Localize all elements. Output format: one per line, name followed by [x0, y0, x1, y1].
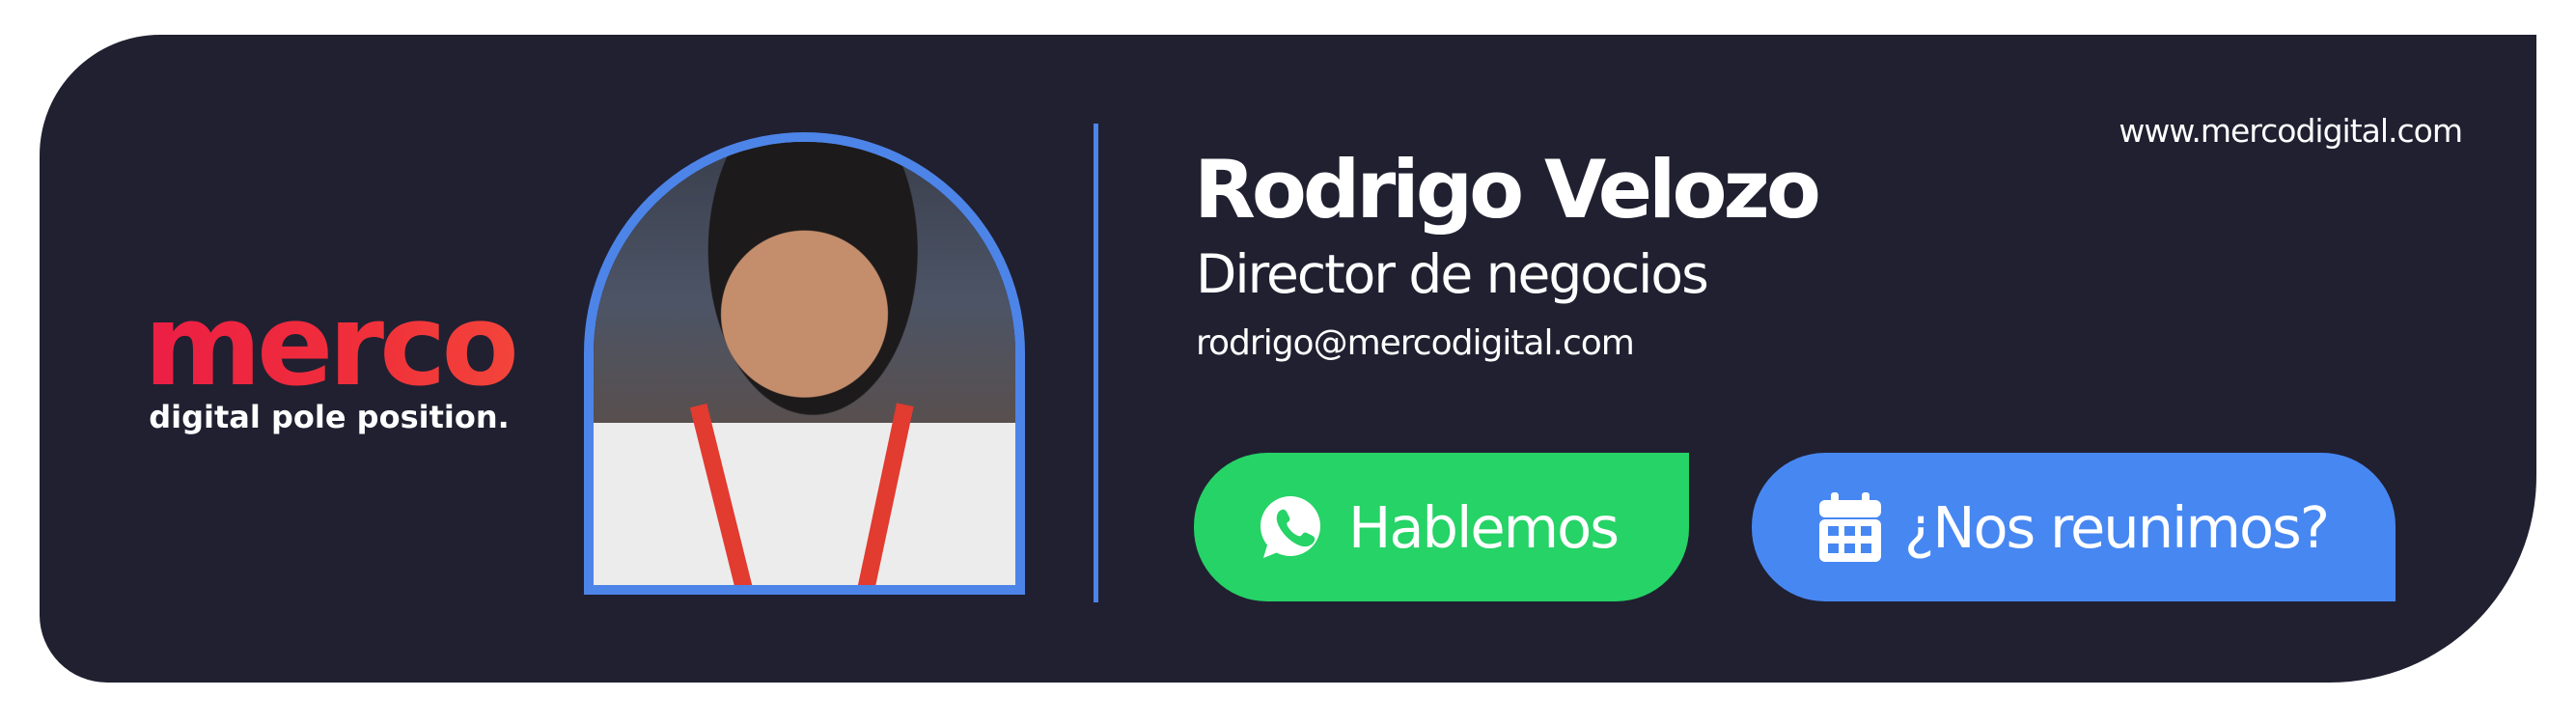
- merco-logo: merco digital pole position.: [131, 289, 527, 435]
- vertical-divider: [1094, 124, 1098, 602]
- email-signature-card: merco digital pole position. Rodrigo Vel…: [40, 35, 2536, 683]
- whatsapp-button[interactable]: Hablemos: [1194, 453, 1689, 601]
- whatsapp-button-label: Hablemos: [1348, 493, 1620, 561]
- profile-photo: [594, 142, 1015, 595]
- schedule-meeting-button[interactable]: ¿Nos reunimos?: [1752, 453, 2396, 601]
- profile-photo-frame: [584, 132, 1025, 595]
- lanyard-strap-right: [854, 403, 914, 595]
- meeting-button-label: ¿Nos reunimos?: [1904, 493, 2330, 561]
- calendar-icon: [1819, 492, 1881, 562]
- email-link[interactable]: rodrigo@mercodigital.com: [1196, 323, 1635, 363]
- whatsapp-icon: [1260, 496, 1320, 558]
- person-name: Rodrigo Velozo: [1194, 143, 1821, 237]
- lanyard-strap-left: [689, 403, 757, 595]
- website-link[interactable]: www.mercodigital.com: [2119, 112, 2463, 150]
- logo-wordmark: merco: [131, 289, 527, 402]
- logo-tagline: digital pole position.: [149, 399, 510, 435]
- person-role: Director de negocios: [1196, 243, 1709, 305]
